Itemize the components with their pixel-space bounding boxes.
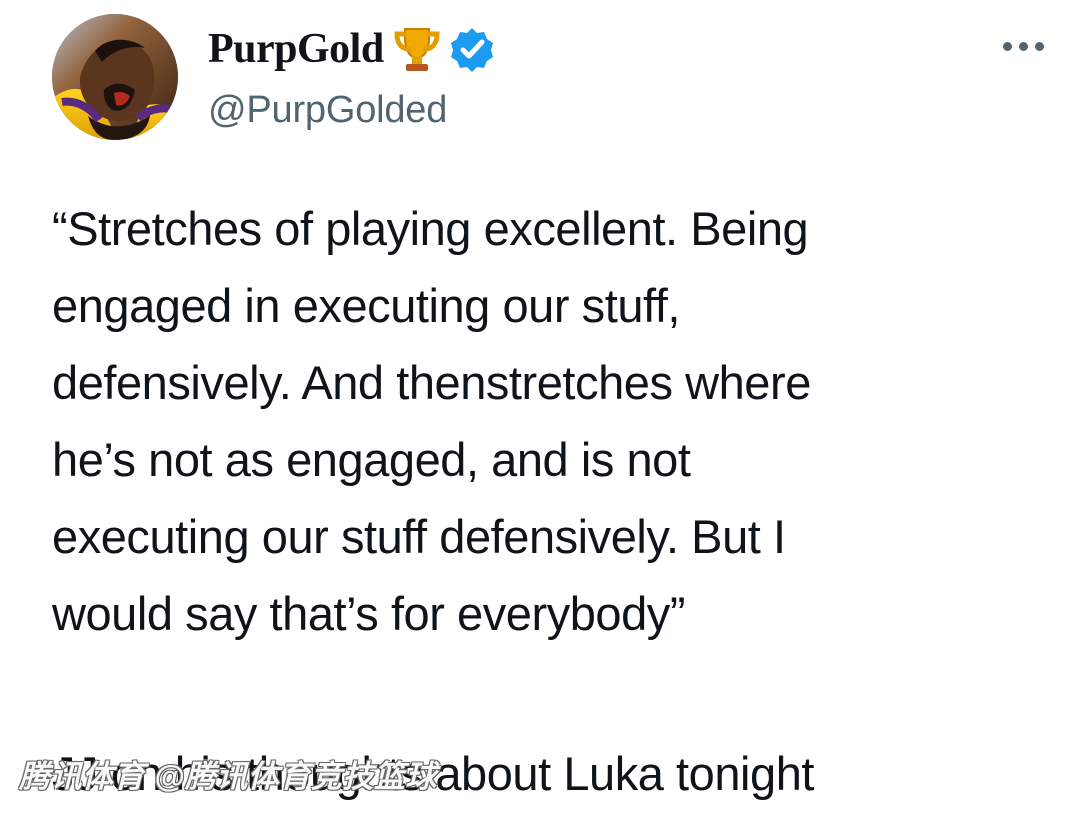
author-handle[interactable]: @PurpGolded <box>208 88 447 132</box>
verified-badge-icon <box>448 25 496 73</box>
more-dot-icon <box>1034 41 1044 51</box>
more-options-icon[interactable] <box>995 31 1051 61</box>
tweet-screenshot: PurpGold @PurpGolded “Stretches of playi… <box>0 0 1080 815</box>
author-display-name[interactable]: PurpGold <box>208 28 384 70</box>
tweet-caption-text: JJ on his thoughts about Luka tonight <box>52 747 815 800</box>
trophy-icon <box>393 24 441 74</box>
tweet-body-text: “Stretches of playing excellent. Being e… <box>52 202 811 640</box>
author-name-row[interactable]: PurpGold <box>208 20 496 78</box>
more-dot-icon <box>1002 41 1012 51</box>
profile-avatar-icon[interactable] <box>52 14 178 140</box>
more-dot-icon <box>1018 41 1028 51</box>
